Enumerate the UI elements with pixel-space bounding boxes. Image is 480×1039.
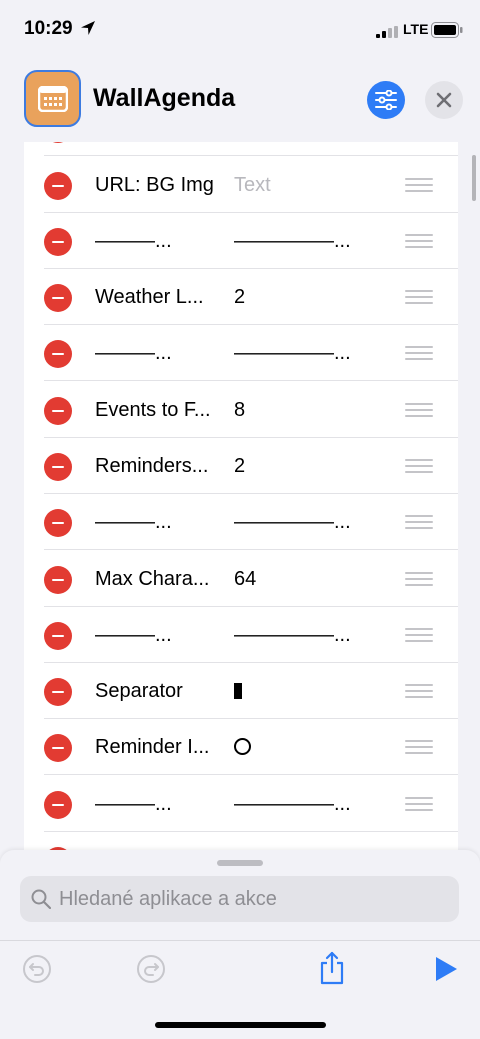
drag-handle-icon[interactable] (405, 403, 433, 417)
list-item: Reminders... 2 (24, 438, 458, 494)
delete-button[interactable] (44, 284, 72, 312)
signal-bars-icon (376, 26, 398, 38)
drag-handle-icon[interactable] (405, 740, 433, 754)
delete-button[interactable] (44, 678, 72, 706)
list-item: Weather L... 2 (24, 269, 458, 325)
delete-button[interactable] (44, 453, 72, 481)
item-value[interactable]: 2 (234, 455, 245, 478)
delete-button[interactable] (44, 734, 72, 762)
status-bar: 10:29 LTE (0, 0, 480, 56)
item-key[interactable]: ———... (95, 342, 172, 365)
search-field[interactable]: Hledané aplikace a akce (20, 876, 459, 922)
drag-handle-icon[interactable] (405, 797, 433, 811)
item-key[interactable]: Max Chara... (95, 568, 209, 591)
delete-button[interactable] (44, 340, 72, 368)
delete-button[interactable] (44, 172, 72, 200)
network-type: LTE (403, 21, 429, 37)
dictionary-list: URL: BG Img Text ———... —————... Weather… (24, 142, 458, 862)
battery-icon (431, 22, 463, 38)
list-item-partial-top (24, 142, 458, 156)
list-item: ———... —————... (24, 607, 458, 663)
settings-button[interactable] (367, 81, 405, 119)
circle-glyph (234, 738, 251, 755)
item-key[interactable]: ———... (95, 793, 172, 816)
status-time: 10:29 (24, 18, 73, 39)
item-value[interactable]: —————... (234, 793, 351, 816)
delete-button[interactable] (44, 142, 72, 143)
drag-handle-icon[interactable] (405, 459, 433, 473)
home-indicator (155, 1022, 326, 1028)
list-item: Max Chara... 64 (24, 551, 458, 607)
item-key[interactable]: Events to F... (95, 399, 211, 422)
shortcut-header: WallAgenda (0, 56, 480, 142)
drag-handle-icon[interactable] (405, 515, 433, 529)
search-input[interactable]: Hledané aplikace a akce (59, 888, 277, 911)
scroll-indicator[interactable] (472, 155, 476, 201)
location-arrow-icon (81, 21, 95, 35)
share-icon[interactable] (318, 951, 346, 985)
delete-button[interactable] (44, 791, 72, 819)
redo-icon[interactable] (136, 954, 166, 984)
delete-button[interactable] (44, 566, 72, 594)
drag-handle-icon[interactable] (405, 290, 433, 304)
item-value[interactable]: —————... (234, 342, 351, 365)
item-key[interactable]: Weather L... (95, 286, 204, 309)
actions-sheet: Hledané aplikace a akce (0, 850, 480, 940)
play-icon[interactable] (434, 956, 458, 982)
item-value[interactable]: —————... (234, 511, 351, 534)
calendar-icon (37, 85, 68, 112)
item-value[interactable]: 8 (234, 399, 245, 422)
list-item: ———... —————... (24, 213, 458, 269)
close-button[interactable] (425, 81, 463, 119)
item-value[interactable] (234, 736, 251, 759)
screen: 10:29 LTE WallAgenda URL: BG Img Text ——… (0, 0, 480, 1039)
close-icon (436, 92, 452, 108)
drag-handle-icon[interactable] (405, 572, 433, 586)
delete-button[interactable] (44, 622, 72, 650)
delete-button[interactable] (44, 509, 72, 537)
item-value[interactable] (234, 680, 242, 703)
sliders-icon (375, 90, 397, 110)
list-item: ———... —————... (24, 494, 458, 550)
item-key[interactable]: Separator (95, 680, 183, 703)
item-key[interactable]: ———... (95, 624, 172, 647)
separator-bar-glyph (234, 683, 242, 699)
item-key[interactable]: ———... (95, 511, 172, 534)
item-value[interactable]: Text (234, 174, 271, 197)
list-item: Reminder I... (24, 719, 458, 775)
item-key[interactable]: URL: BG Img (95, 174, 214, 197)
item-value[interactable]: —————... (234, 230, 351, 253)
item-value[interactable]: 2 (234, 286, 245, 309)
list-item: ———... —————... (24, 776, 458, 832)
drag-handle-icon[interactable] (405, 178, 433, 192)
item-value[interactable]: 64 (234, 568, 256, 591)
undo-icon[interactable] (22, 954, 52, 984)
search-icon (31, 889, 51, 909)
item-key[interactable]: Reminder I... (95, 736, 209, 759)
item-value[interactable]: —————... (234, 624, 351, 647)
sheet-grabber[interactable] (217, 860, 263, 866)
drag-handle-icon[interactable] (405, 628, 433, 642)
drag-handle-icon[interactable] (405, 346, 433, 360)
shortcut-title[interactable]: WallAgenda (93, 84, 235, 113)
list-item: Events to F... 8 (24, 382, 458, 438)
item-key[interactable]: ———... (95, 230, 172, 253)
drag-handle-icon[interactable] (405, 234, 433, 248)
drag-handle-icon[interactable] (405, 684, 433, 698)
list-item: URL: BG Img Text (24, 157, 458, 213)
app-icon[interactable] (24, 70, 81, 127)
list-item: ———... —————... (24, 325, 458, 381)
list-item: Separator (24, 663, 458, 719)
delete-button[interactable] (44, 397, 72, 425)
delete-button[interactable] (44, 228, 72, 256)
item-key[interactable]: Reminders... (95, 455, 208, 478)
